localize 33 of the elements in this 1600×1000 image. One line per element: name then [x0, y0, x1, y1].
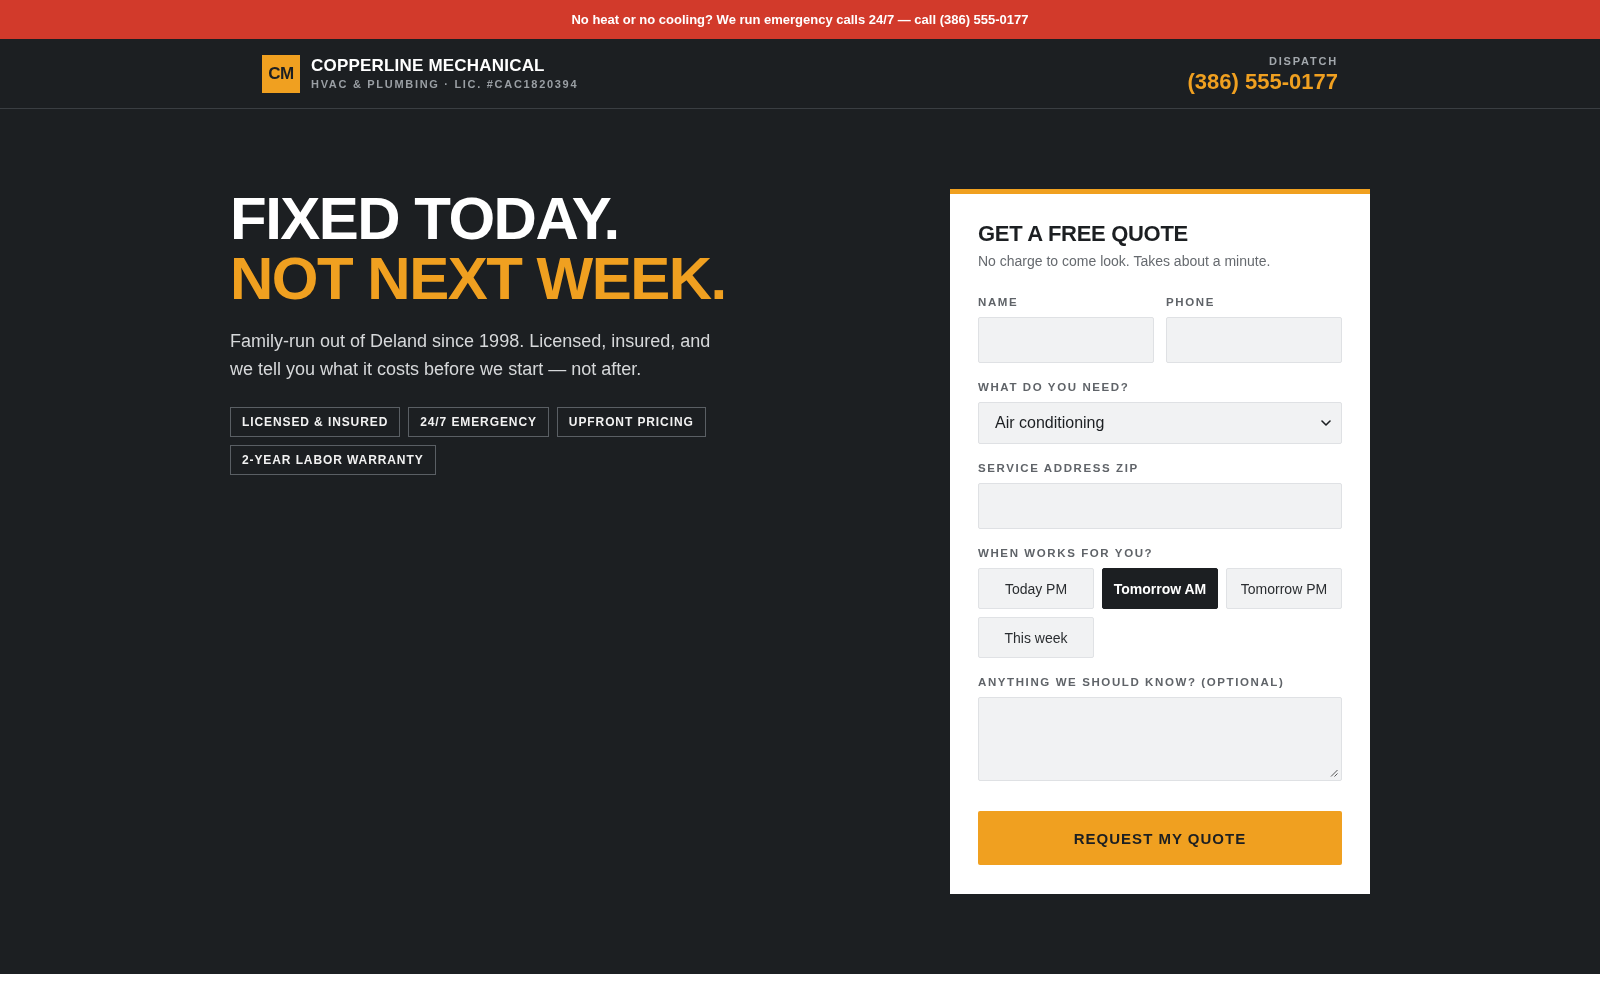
hero-headline: FIXED TODAY. — [230, 189, 619, 249]
brand-name: COPPERLINE MECHANICAL — [311, 56, 546, 76]
form-subtitle: No charge to come look. Takes about a minute. — [978, 252, 1272, 271]
feature-tag: UPFRONT PRICING — [556, 407, 706, 437]
time-option-button[interactable]: Today PM — [978, 568, 1094, 609]
time-option-button[interactable]: Tomorrow AM — [1102, 568, 1218, 609]
text-input[interactable] — [978, 483, 1342, 529]
submit-button[interactable]: REQUEST MY QUOTE — [978, 811, 1342, 865]
field-label: ANYTHING WE SHOULD KNOW? (OPTIONAL) — [978, 675, 1286, 690]
notes-textarea[interactable] — [978, 697, 1342, 781]
dispatch-label: DISPATCH — [1269, 53, 1338, 68]
hero-headline-highlight: NOT NEXT WEEK. — [230, 249, 726, 309]
feature-tag: 24/7 EMERGENCY — [408, 407, 549, 437]
logo-mark: CM — [262, 54, 300, 93]
feature-tag: 2-YEAR LABOR WARRANTY — [230, 445, 436, 475]
field-label: WHAT DO YOU NEED? — [978, 380, 1131, 395]
hero-description: Family-run out of Deland since 1998. Licensed, insured, and we tell you what it costs before we start — not after. — [230, 330, 712, 381]
brand-tagline: HVAC & PLUMBING · LIC. #CAC1820394 — [311, 77, 579, 91]
feature-tag: LICENSED & INSURED — [230, 407, 401, 437]
dispatch-phone-link[interactable]: (386) 555-0177 — [1187, 69, 1338, 94]
resize-grip-icon — [1330, 769, 1338, 777]
field-label: SERVICE ADDRESS ZIP — [978, 461, 1140, 476]
alert-text: No heat or no cooling? We run emergency calls 24/7 — call (386) 555-0177 — [571, 12, 1029, 27]
field-label: WHEN WORKS FOR YOU? — [978, 546, 1155, 561]
chevron-down-icon — [1321, 420, 1331, 426]
time-option-button[interactable]: This week — [978, 617, 1094, 658]
time-option-button[interactable]: Tomorrow PM — [1226, 568, 1342, 609]
field-label: PHONE — [1166, 295, 1216, 310]
form-title: GET A FREE QUOTE — [978, 220, 1189, 248]
text-input[interactable] — [1166, 317, 1342, 363]
text-input[interactable] — [978, 317, 1154, 363]
field-label: NAME — [978, 295, 1020, 310]
select-dropdown[interactable]: Air conditioning — [978, 402, 1342, 444]
